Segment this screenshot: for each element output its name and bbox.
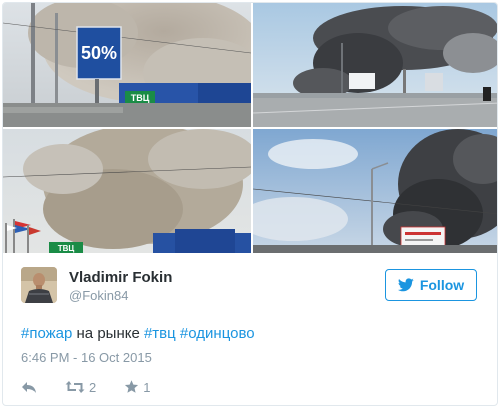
- photo-market-smoke[interactable]: ТВЦ: [3, 129, 251, 253]
- reply-icon: [22, 382, 36, 393]
- hashtag-pozhar[interactable]: #пожар: [21, 325, 72, 342]
- photo-highway-smoke-image: [253, 3, 497, 127]
- photo-highway-smoke[interactable]: [253, 3, 497, 127]
- twitter-bird-icon: [397, 278, 414, 292]
- retweet-button[interactable]: 2: [65, 380, 96, 395]
- billboard-sign-text: 50%: [81, 43, 117, 63]
- like-count: 1: [143, 379, 151, 395]
- hashtag-odintsovo[interactable]: #одинцово: [180, 325, 255, 342]
- tweet-text: #пожар на рынке #твц #одинцово: [21, 325, 255, 342]
- tweet-card: 50% ТВЦ ТВЦ Vladimir Fokin @Fokin84 Foll…: [2, 2, 498, 406]
- tweet-text-segment: на рынке: [72, 325, 144, 342]
- retweet-icon: [65, 381, 85, 393]
- author-display-name[interactable]: Vladimir Fokin: [69, 269, 172, 286]
- star-icon: [125, 380, 139, 393]
- tweet-timestamp[interactable]: 6:46 PM - 16 Oct 2015: [21, 350, 152, 365]
- photo-billboard-smoke-image: 50% ТВЦ: [3, 3, 251, 127]
- retweet-count: 2: [89, 379, 97, 395]
- store-sign-text-2: ТВЦ: [58, 244, 75, 253]
- photo-market-smoke-image: ТВЦ: [3, 129, 251, 253]
- reply-button[interactable]: [21, 380, 37, 394]
- hashtag-tvts[interactable]: #твц: [144, 325, 176, 342]
- author-row: Vladimir Fokin @Fokin84 Follow: [21, 267, 481, 307]
- store-sign-text: ТВЦ: [131, 93, 150, 103]
- follow-button-label: Follow: [419, 277, 465, 293]
- follow-button[interactable]: Follow: [385, 269, 477, 301]
- avatar-image: [21, 267, 57, 303]
- like-button[interactable]: 1: [124, 380, 150, 395]
- author-handle[interactable]: @Fokin84: [69, 288, 128, 303]
- tweet-actions: 2 1: [21, 377, 178, 397]
- photo-grid: 50% ТВЦ ТВЦ: [3, 3, 497, 253]
- photo-roadside-smoke[interactable]: [253, 129, 497, 253]
- photo-roadside-smoke-image: [253, 129, 497, 253]
- user-photo-avatar[interactable]: [21, 267, 57, 303]
- photo-billboard-smoke[interactable]: 50% ТВЦ: [3, 3, 251, 127]
